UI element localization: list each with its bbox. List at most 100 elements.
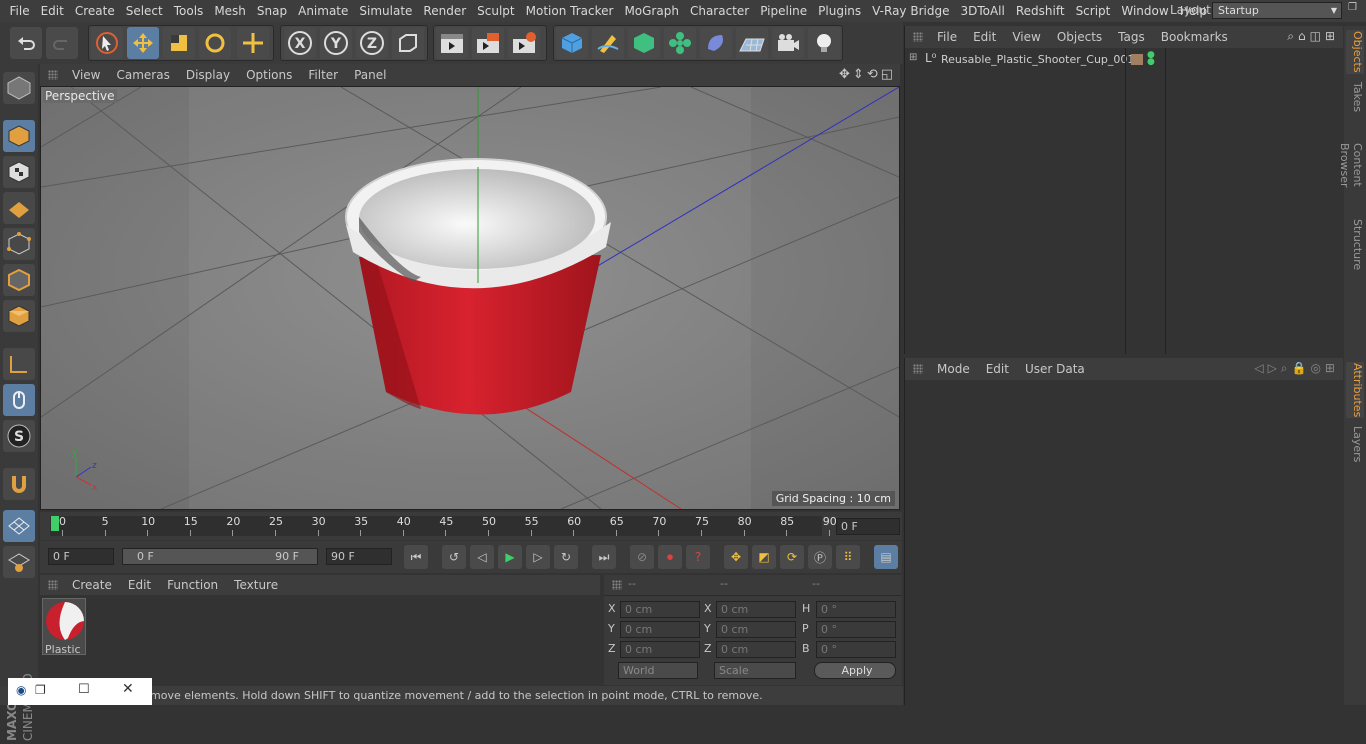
objects-menu-bookmarks[interactable]: Bookmarks [1153,30,1236,44]
coord-mode-select[interactable]: Scale [714,662,796,679]
objects-grip-icon[interactable] [913,32,923,42]
make-editable-button[interactable] [3,72,35,104]
menu-3dtoall[interactable]: 3DToAll [955,4,1010,18]
tab-content-browser[interactable]: Content Browser [1338,120,1364,210]
menu-plugins[interactable]: Plugins [813,4,867,18]
visibility-dots-icon[interactable]: ● ● [1147,51,1155,67]
redo-button[interactable] [46,27,78,59]
attributes-menu-user-data[interactable]: User Data [1017,362,1093,376]
x-axis-lock-button[interactable]: X [284,27,316,59]
floor-button[interactable] [736,27,768,59]
subdivision-surface-button[interactable] [628,27,660,59]
material-menu-create[interactable]: Create [64,578,120,592]
viewport-menu-options[interactable]: Options [238,68,300,82]
light-button[interactable] [808,27,840,59]
menu-edit[interactable]: Edit [35,4,69,18]
coord-value-field[interactable]: 0 cm [716,621,796,638]
start-frame-field[interactable]: 0 F [48,548,114,565]
menu-vray-bridge[interactable]: V-Ray Bridge [867,4,955,18]
render-view-button[interactable] [436,27,468,59]
coord-value-field[interactable]: 0 cm [620,601,700,618]
tab-attributes[interactable]: Attributes [1346,362,1364,418]
layer-color-swatch[interactable] [1131,54,1143,65]
objects-search-home-icons[interactable]: ⌕⌂◫⊞ [1287,29,1339,44]
model-mode-button[interactable] [3,120,35,152]
viewport-menu-cameras[interactable]: Cameras [108,68,177,82]
z-axis-lock-button[interactable]: Z [356,27,388,59]
objects-menu-file[interactable]: File [929,30,965,44]
coord-value-field[interactable]: 0 ° [816,601,896,618]
scale-tool-button[interactable] [163,27,195,59]
menu-mesh[interactable]: Mesh [209,4,252,18]
material-grip-icon[interactable] [48,580,58,590]
menu-select[interactable]: Select [120,4,168,18]
render-settings-button[interactable] [508,27,540,59]
attributes-nav-icons[interactable]: ◁▷⌕🔒◎⊞ [1254,361,1339,376]
maximize-icon[interactable]: ☐ [78,682,90,697]
material-menu-edit[interactable]: Edit [120,578,159,592]
workplane-mode-button[interactable] [3,192,35,224]
viewport-menu-view[interactable]: View [64,68,108,82]
object-row[interactable]: ⊞ L⁰ Reusable_Plastic_Shooter_Cup_001 ● ● [905,50,1343,70]
undo-button[interactable] [10,27,42,59]
menu-character[interactable]: Character [684,4,754,18]
current-frame-field[interactable]: 0 F [836,518,900,535]
coord-value-field[interactable]: 0 cm [620,641,700,658]
coord-value-field[interactable]: 0 cm [620,621,700,638]
menu-render[interactable]: Render [418,4,472,18]
end-frame-field[interactable]: 90 F [326,548,392,565]
menu-redshift[interactable]: Redshift [1010,4,1070,18]
locked-workplane-button[interactable] [3,546,35,578]
menu-simulate[interactable]: Simulate [354,4,418,18]
viewport-nav-icons[interactable]: ✥⇕⟲◱ [839,67,896,82]
3d-viewport[interactable]: y z x Perspective Grid Spacing : 10 cm [40,86,900,510]
coord-value-field[interactable]: 0 ° [816,641,896,658]
keyframe-selection-button[interactable]: ? [686,545,710,569]
shooter-cup-model[interactable] [345,158,611,415]
points-mode-button[interactable] [3,228,35,260]
rotate-tool-button[interactable] [199,27,231,59]
menu-create[interactable]: Create [69,4,120,18]
tab-objects[interactable]: Objects [1346,30,1364,74]
menu-file[interactable]: File [4,4,35,18]
coordinate-system-button[interactable] [392,27,424,59]
viewport-menu-panel[interactable]: Panel [346,68,394,82]
edges-mode-button[interactable] [3,264,35,296]
objects-menu-edit[interactable]: Edit [965,30,1004,44]
move-tool-button[interactable] [127,27,159,59]
coord-system-select[interactable]: World [618,662,698,679]
timeline-window-button[interactable]: ▤ [874,545,898,569]
attributes-menu-edit[interactable]: Edit [978,362,1017,376]
minimized-window[interactable]: ◉ ❐ ☐ ✕ [8,678,152,705]
previous-frame-button[interactable]: ◁ [470,545,494,569]
cube-primitive-button[interactable] [556,27,588,59]
key-parameter-button[interactable]: Ⓟ [808,545,832,569]
tab-takes[interactable]: Takes [1346,80,1364,114]
layout-select[interactable]: Startup [1212,2,1342,19]
live-selection-button[interactable] [91,27,123,59]
menu-motion-tracker[interactable]: Motion Tracker [520,4,619,18]
key-position-button[interactable]: ✥ [724,545,748,569]
snapping-button[interactable]: S [3,420,35,452]
frame-range-slider[interactable]: 0 F 90 F [122,548,318,565]
texture-mode-button[interactable] [3,156,35,188]
record-keys-button[interactable]: ⊘ [630,545,654,569]
menu-tools[interactable]: Tools [168,4,209,18]
window-restore-icon[interactable]: ❐ [1348,2,1357,13]
menu-sculpt[interactable]: Sculpt [472,4,520,18]
deformer-button[interactable] [700,27,732,59]
tab-structure[interactable]: Structure [1346,218,1364,272]
enable-axis-button[interactable] [3,348,35,380]
objects-menu-objects[interactable]: Objects [1049,30,1110,44]
key-pla-button[interactable]: ⠿ [836,545,860,569]
tab-layers[interactable]: Layers [1346,424,1364,464]
workplane-lock-button[interactable] [3,510,35,542]
camera-button[interactable] [772,27,804,59]
attributes-grip-icon[interactable] [913,364,923,374]
viewport-menu-display[interactable]: Display [178,68,238,82]
menu-snap[interactable]: Snap [251,4,292,18]
menu-window[interactable]: Window [1116,4,1174,18]
polygons-mode-button[interactable] [3,300,35,332]
coord-value-field[interactable]: 0 cm [716,641,796,658]
material-menu-function[interactable]: Function [159,578,226,592]
